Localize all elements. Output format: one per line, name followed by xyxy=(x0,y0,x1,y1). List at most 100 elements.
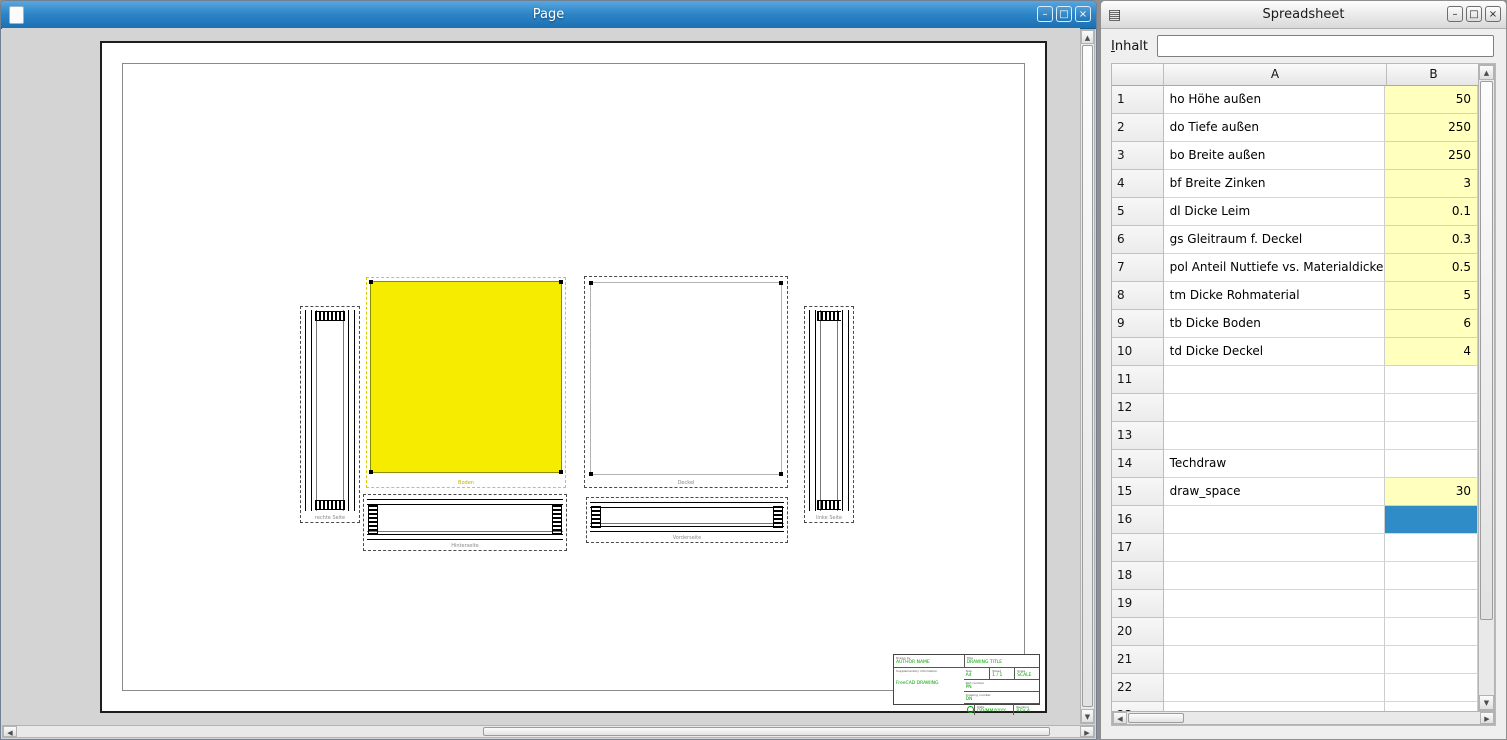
row-header[interactable]: 15 xyxy=(1112,478,1164,506)
row-header[interactable]: 19 xyxy=(1112,590,1164,618)
row-header[interactable]: 11 xyxy=(1112,366,1164,394)
scroll-down-icon[interactable]: ▼ xyxy=(1479,695,1494,710)
cell-a[interactable] xyxy=(1164,534,1385,562)
cell-b[interactable] xyxy=(1385,646,1478,674)
cell-a[interactable] xyxy=(1164,422,1385,450)
maximize-button[interactable]: □ xyxy=(1056,6,1072,22)
cell-a[interactable]: gs Gleitraum f. Deckel xyxy=(1164,226,1385,254)
cell-b[interactable] xyxy=(1385,366,1478,394)
cell-b[interactable]: 5 xyxy=(1385,282,1478,310)
cell-a[interactable] xyxy=(1164,394,1385,422)
cell-b[interactable]: 3 xyxy=(1385,170,1478,198)
row-header[interactable]: 3 xyxy=(1112,142,1164,170)
cell-a[interactable] xyxy=(1164,366,1385,394)
row-header[interactable]: 10 xyxy=(1112,338,1164,366)
row-header[interactable]: 21 xyxy=(1112,646,1164,674)
row-header[interactable]: 1 xyxy=(1112,86,1164,114)
cell-a[interactable]: td Dicke Deckel xyxy=(1164,338,1385,366)
view-vorderseite[interactable]: Vorderseite xyxy=(586,497,788,543)
view-linke-seite[interactable]: linke Seite xyxy=(804,306,854,523)
cell-a[interactable]: dl Dicke Leim xyxy=(1164,198,1385,226)
row-header[interactable]: 12 xyxy=(1112,394,1164,422)
cell-b[interactable]: 250 xyxy=(1385,142,1478,170)
cell-b[interactable]: 6 xyxy=(1385,310,1478,338)
scroll-left-icon[interactable]: ◀ xyxy=(1113,712,1127,724)
table-horizontal-scrollbar[interactable]: ◀ ▶ xyxy=(1112,711,1495,725)
row-header[interactable]: 7 xyxy=(1112,254,1164,282)
view-deckel[interactable]: Deckel xyxy=(584,276,788,488)
cell-b[interactable]: 250 xyxy=(1385,114,1478,142)
row-header[interactable]: 6 xyxy=(1112,226,1164,254)
spreadsheet-window-titlebar[interactable]: ▤ Spreadsheet – □ × xyxy=(1101,1,1506,29)
title-block[interactable]: Drawn by AUTHOR NAME Title DRAWING TITLE… xyxy=(893,654,1040,705)
row-header[interactable]: 20 xyxy=(1112,618,1164,646)
cell-b[interactable] xyxy=(1385,450,1478,478)
cell-b[interactable]: 0.1 xyxy=(1385,198,1478,226)
page-horizontal-scrollbar[interactable]: ◀ ▶ xyxy=(2,725,1095,738)
row-header[interactable]: 18 xyxy=(1112,562,1164,590)
column-header-b[interactable]: B xyxy=(1387,64,1481,86)
cell-a[interactable]: Techdraw xyxy=(1164,450,1385,478)
scrollbar-thumb[interactable] xyxy=(483,727,1050,736)
cell-a[interactable]: bf Breite Zinken xyxy=(1164,170,1385,198)
row-header[interactable]: 16 xyxy=(1112,506,1164,534)
scrollbar-thumb[interactable] xyxy=(1128,713,1184,723)
row-header[interactable]: 22 xyxy=(1112,674,1164,702)
cell-a[interactable]: draw_space xyxy=(1164,478,1385,506)
scroll-up-icon[interactable]: ▲ xyxy=(1479,65,1494,80)
close-button[interactable]: × xyxy=(1485,6,1501,22)
table-vertical-scrollbar[interactable]: ▲ ▼ xyxy=(1478,64,1495,711)
cell-a[interactable]: bo Breite außen xyxy=(1164,142,1385,170)
scroll-down-icon[interactable]: ▼ xyxy=(1081,709,1094,723)
scrollbar-thumb[interactable] xyxy=(1480,81,1493,620)
cell-a[interactable]: tb Dicke Boden xyxy=(1164,310,1385,338)
row-header[interactable]: 9 xyxy=(1112,310,1164,338)
cell-b[interactable]: 0.3 xyxy=(1385,226,1478,254)
cell-b[interactable]: 30 xyxy=(1385,478,1478,506)
cell-a[interactable] xyxy=(1164,702,1385,711)
cell-a[interactable]: pol Anteil Nuttiefe vs. Materialdicke xyxy=(1164,254,1385,282)
column-header-a[interactable]: A xyxy=(1164,64,1387,86)
scroll-left-icon[interactable]: ◀ xyxy=(3,726,17,737)
cell-a[interactable] xyxy=(1164,590,1385,618)
cell-b[interactable]: 0.5 xyxy=(1385,254,1478,282)
cell-a[interactable]: ho Höhe außen xyxy=(1164,86,1385,114)
maximize-button[interactable]: □ xyxy=(1466,6,1482,22)
drawing-canvas[interactable]: rechte Seite Boden Deckel xyxy=(2,28,1080,724)
row-header[interactable]: 2 xyxy=(1112,114,1164,142)
cell-b[interactable] xyxy=(1385,702,1478,711)
row-header[interactable]: 5 xyxy=(1112,198,1164,226)
close-button[interactable]: × xyxy=(1075,6,1091,22)
cell-b[interactable]: 50 xyxy=(1385,86,1478,114)
cell-b[interactable]: 4 xyxy=(1385,338,1478,366)
scroll-right-icon[interactable]: ▶ xyxy=(1080,726,1094,737)
view-rechte-seite[interactable]: rechte Seite xyxy=(300,306,360,523)
cell-b[interactable] xyxy=(1385,506,1478,534)
row-header[interactable]: 17 xyxy=(1112,534,1164,562)
cell-a[interactable] xyxy=(1164,618,1385,646)
cell-a[interactable] xyxy=(1164,646,1385,674)
cell-a[interactable]: do Tiefe außen xyxy=(1164,114,1385,142)
content-input[interactable] xyxy=(1157,35,1494,57)
view-boden[interactable]: Boden xyxy=(366,277,566,488)
drawing-sheet[interactable]: rechte Seite Boden Deckel xyxy=(100,41,1047,713)
cell-a[interactable] xyxy=(1164,674,1385,702)
row-header[interactable]: 8 xyxy=(1112,282,1164,310)
scroll-up-icon[interactable]: ▲ xyxy=(1081,30,1094,44)
corner-header-cell[interactable] xyxy=(1112,64,1164,86)
scroll-right-icon[interactable]: ▶ xyxy=(1480,712,1494,724)
page-window-titlebar[interactable]: Page – □ × xyxy=(1,1,1096,29)
cell-a[interactable] xyxy=(1164,562,1385,590)
cell-b[interactable] xyxy=(1385,394,1478,422)
cell-b[interactable] xyxy=(1385,562,1478,590)
minimize-button[interactable]: – xyxy=(1037,6,1053,22)
row-header[interactable]: 4 xyxy=(1112,170,1164,198)
cell-b[interactable] xyxy=(1385,674,1478,702)
view-hinterseite[interactable]: Hinterseite xyxy=(363,494,567,551)
scrollbar-thumb[interactable] xyxy=(1082,45,1093,707)
square-part[interactable] xyxy=(590,282,782,475)
row-header[interactable]: 13 xyxy=(1112,422,1164,450)
cell-b[interactable] xyxy=(1385,534,1478,562)
cell-b[interactable] xyxy=(1385,422,1478,450)
cell-b[interactable] xyxy=(1385,590,1478,618)
